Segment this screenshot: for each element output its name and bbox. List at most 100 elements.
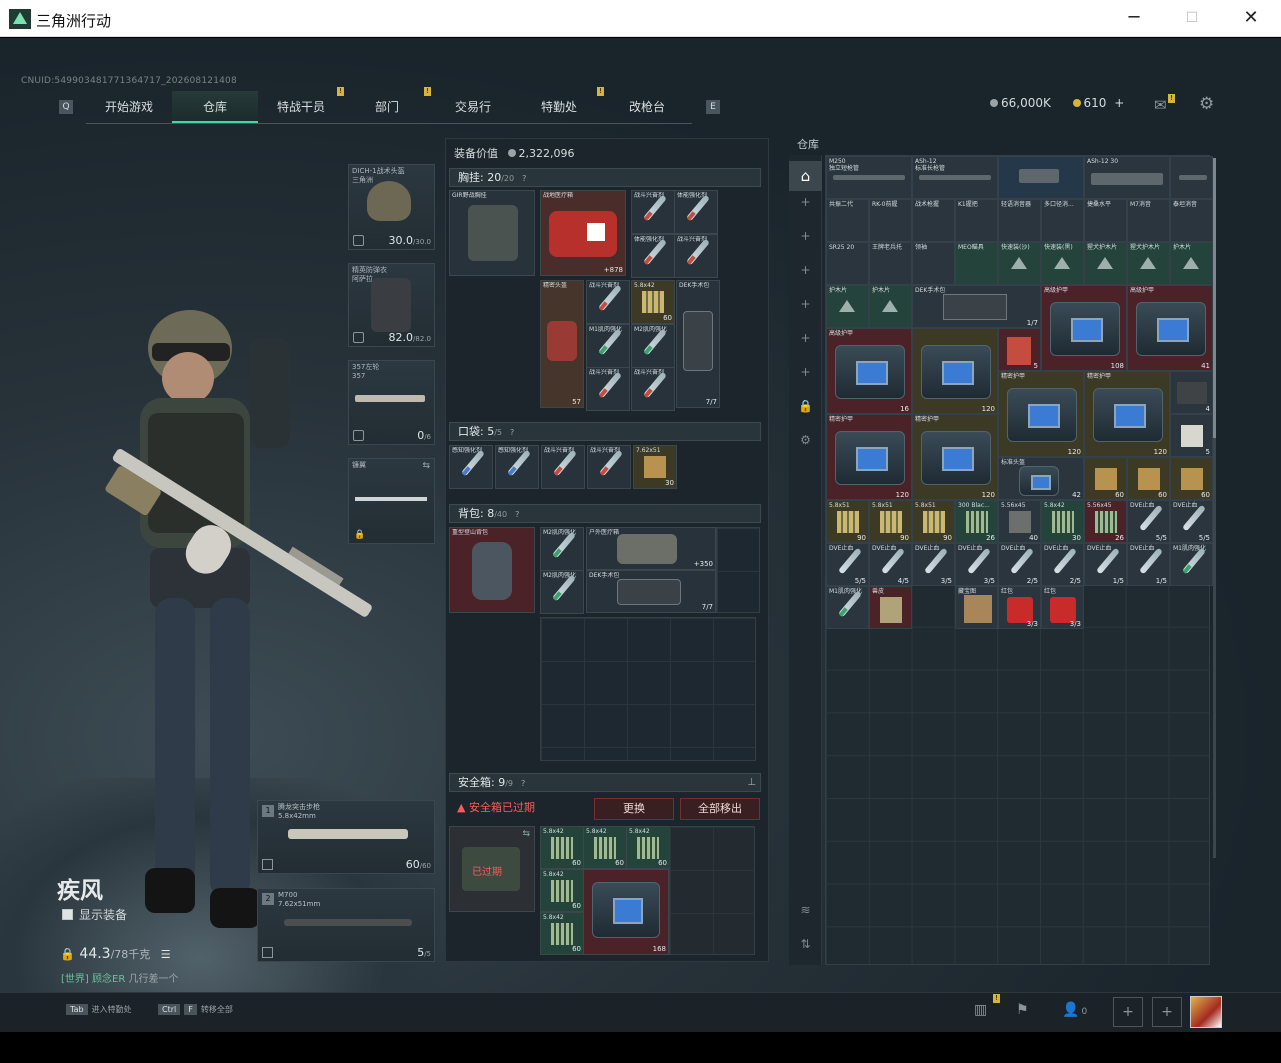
chest-slot[interactable]: 体能强化剂 [674,190,718,234]
add-tab-icon[interactable]: + [789,297,822,311]
backpack-item[interactable]: 重型登山背包 [449,527,535,613]
tab-trading[interactable]: 交易行 [430,91,516,123]
stash-item[interactable]: DVE止血 2/5 [1041,543,1084,586]
stash-item[interactable]: 战术枪握 [912,199,955,242]
stash-item[interactable]: 兽皮 [869,586,912,629]
show-equipment-checkbox[interactable] [62,909,73,920]
chest-slot-helmet[interactable]: 精密头盔 57 [540,280,584,408]
stash-item[interactable]: 护木片 [869,285,912,328]
add-tab-icon[interactable]: + [789,229,822,243]
stash-item[interactable]: 快速装(沙) [998,242,1041,285]
chest-slot-ammo[interactable]: 5.8x42 60 [631,280,675,324]
pocket-slot-ammo[interactable]: 7.62x51 30 [633,445,677,489]
stash-item[interactable]: 猩犬护木片 [1084,242,1127,285]
maximize-button[interactable]: ☐ [1177,6,1207,30]
chest-slot[interactable]: M2肌肉强化 [631,324,675,368]
stash-item[interactable]: 5.56x45 26 [1084,500,1127,543]
backpack-slot-medkit[interactable]: 户外医疗箱 +350 [586,527,716,570]
stash-item[interactable]: 5.8x51 90 [912,500,955,543]
stash-item[interactable]: 多口径消... [1041,199,1084,242]
backpack-empty-grid[interactable] [540,617,756,761]
chest-slot[interactable]: 战斗兴奋剂 [631,190,675,234]
settings-icon[interactable]: ⚙ [789,433,822,447]
close-button[interactable]: ✕ [1236,6,1266,30]
pocket-slot[interactable]: 感知强化剂 [495,445,539,489]
stash-item[interactable]: M1肌肉强化 [1170,543,1213,586]
backpack-slot[interactable]: M2肌肉强化 [540,570,584,614]
melee-slot[interactable]: 镰翼 ⇆ 🔒 [348,458,435,544]
chest-slot[interactable]: 体能强化剂 [631,234,675,278]
mail-icon[interactable]: ✉ [1154,96,1167,114]
chest-slot-medkit[interactable]: 战地医疗箱 +878 [540,190,626,276]
add-tab-icon[interactable]: + [789,195,822,209]
stash-item[interactable]: 5.8x51 90 [869,500,912,543]
swap-icon[interactable]: ⇆ [422,461,430,471]
stash-item[interactable]: 标准头盔 42 [998,457,1084,500]
stash-item[interactable]: DVE止血 4/5 [869,543,912,586]
stash-item[interactable]: 精密护甲 120 [826,414,912,500]
remove-all-button[interactable]: 全部移出 [680,798,760,820]
stash-item[interactable]: 120 [912,328,998,414]
stash-item[interactable]: ASh-12 30 [1084,156,1170,199]
nav-left-key[interactable]: Q [59,100,73,114]
layers-icon[interactable]: ≋ [789,903,822,917]
stash-item[interactable]: M7消音 [1127,199,1170,242]
list-icon[interactable]: ☰ [161,948,171,961]
stash-item[interactable]: 快速装(黑) [1041,242,1084,285]
stash-home-icon[interactable]: ⌂ [789,161,822,191]
invite-slot-button[interactable]: + [1113,997,1143,1027]
pocket-slot[interactable]: 战斗兴奋剂 [541,445,585,489]
help-icon[interactable]: ? [515,506,519,523]
tab-start-game[interactable]: 开始游戏 [86,91,172,123]
hint-transfer-all[interactable]: Ctrl F 转移全部 [158,1004,233,1015]
flag-icon[interactable]: ⚑ [1016,1002,1029,1018]
hint-special-ops[interactable]: Tab 进入特勤处 [66,1004,132,1015]
stash-item[interactable]: 60 [1127,457,1170,500]
stash-item[interactable]: 领袖 [912,242,955,285]
stash-item[interactable]: 300 Blac... 26 [955,500,998,543]
stash-grid[interactable]: M250 独立短枪管 ASh-12 标准长枪管 ASh-12 30 共振二代 RK-… [825,155,1213,965]
stash-item[interactable] [998,156,1084,199]
tab-operators[interactable]: 特战干员 [258,91,344,123]
minimize-button[interactable]: ─ [1119,6,1149,30]
stash-item[interactable]: 精密护甲 120 [998,371,1084,457]
add-tab-icon[interactable]: + [789,263,822,277]
invite-slot-button[interactable]: + [1152,997,1182,1027]
stats-icon[interactable]: ▥ [974,1002,987,1018]
pocket-slot[interactable]: 战斗兴奋剂 [587,445,631,489]
stash-item[interactable]: 5.8x51 90 [826,500,869,543]
pistol-slot[interactable]: 357左轮 357 0/6 [348,360,435,445]
armor-slot[interactable]: 精英防弹衣 阿萨拉 82.0/82.0 [348,263,435,347]
stash-item[interactable]: 5 [998,328,1041,371]
swap-icon[interactable]: ⇆ [522,829,530,839]
stash-item[interactable]: 60 [1084,457,1127,500]
add-currency-button[interactable]: + [1114,96,1124,110]
stash-item[interactable]: 猩犬护木片 [1127,242,1170,285]
stash-item[interactable]: ASh-12 标准长枪管 [912,156,998,199]
chest-slot-surgery[interactable]: DEK手术包 7/7 [676,280,720,408]
chest-slot[interactable]: M1肌肉强化 [586,324,630,368]
chest-slot[interactable]: 战斗兴奋剂 [631,367,675,411]
safe-slot-ammo[interactable]: 5.8x42 60 [540,826,584,869]
chest-slot[interactable]: 战斗兴奋剂 [674,234,718,278]
stash-item[interactable]: 高级护甲 16 [826,328,912,414]
stash-item[interactable]: 护木片 [826,285,869,328]
stash-item[interactable]: M250 独立短枪管 [826,156,912,199]
stash-item[interactable]: 共振二代 [826,199,869,242]
stash-item[interactable]: 5 [1170,414,1213,457]
nav-right-key[interactable]: E [706,100,720,114]
stash-item[interactable]: 60 [1170,457,1213,500]
stash-item[interactable]: SR25 20 [826,242,869,285]
stash-item[interactable]: DVE止血 2/5 [998,543,1041,586]
stash-item[interactable]: 藏宝图 [955,586,998,629]
stash-item[interactable]: DVE止血 5/5 [1127,500,1170,543]
backpack-empty-grid[interactable] [716,527,760,613]
stash-item[interactable]: 护木片 [1170,242,1213,285]
stash-item[interactable]: DVE止血 5/5 [1170,500,1213,543]
secondary-weapon-slot[interactable]: 2 M700 7.62x51mm 5/5 [257,888,435,962]
stash-item[interactable]: 4 [1170,371,1213,414]
player-avatar[interactable] [1190,996,1222,1028]
stash-item[interactable]: 精密护甲 120 [912,414,998,500]
chest-rig-item[interactable]: GIR野战胸挂 [449,190,535,276]
tab-department[interactable]: 部门 [344,91,430,123]
